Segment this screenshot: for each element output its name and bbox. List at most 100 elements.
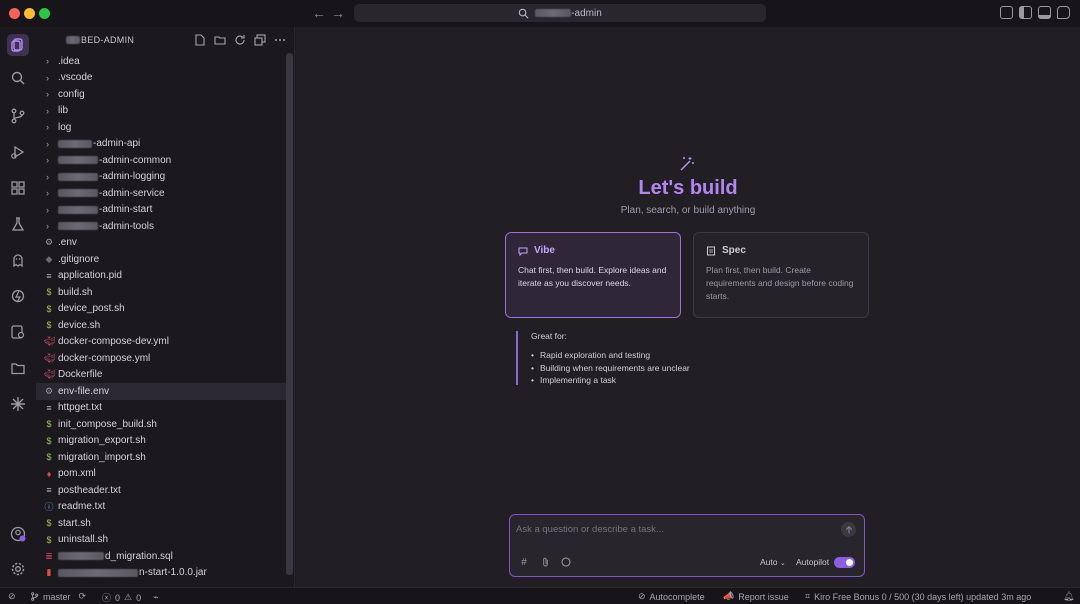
tree-item-label: .env [58,237,77,249]
close-window-button[interactable] [9,8,20,19]
explorer-icon[interactable] [7,34,29,56]
settings-gear-icon[interactable] [7,558,29,580]
maven-file-icon: ♦ [46,468,52,479]
great-for-item: Building when requirements are unclear [531,362,766,375]
tree-file-item[interactable]: ♦ pom.xml [36,466,286,483]
vibe-mode-card[interactable]: Vibe Chat first, then build. Explore ide… [505,232,681,318]
source-control-icon[interactable] [7,105,29,127]
database-settings-icon[interactable] [7,321,29,343]
file-tree: › .idea › .vscode › config › lib › log › -admin-api… [36,53,286,581]
tree-file-item[interactable]: ≣ d_migration.sql [36,548,286,565]
tree-file-item[interactable]: 🐳︎ docker-compose.yml [36,350,286,367]
tree-item-label: httpget.txt [58,402,102,414]
tree-file-item[interactable]: $ start.sh [36,515,286,532]
redacted-text [58,205,98,214]
tree-file-item[interactable]: $ uninstall.sh [36,532,286,549]
model-select[interactable]: Auto ⌄ [760,557,786,567]
tree-folder-item[interactable]: › .vscode [36,70,286,87]
problems-status[interactable]: ⓧ 0 ⚠ 0 ⌁ [102,591,159,604]
back-arrow-icon[interactable]: ← [311,5,327,21]
sparkle-icon[interactable] [7,393,29,415]
tree-file-item[interactable]: 🐳︎ docker-compose-dev.yml [36,334,286,351]
autopilot-toggle[interactable] [834,557,855,568]
tree-file-item[interactable]: ≡ application.pid [36,268,286,285]
new-file-icon[interactable] [193,33,206,46]
tree-folder-item[interactable]: › lib [36,103,286,120]
chat-input[interactable] [516,521,836,537]
sync-icon[interactable]: ⟳ [79,591,87,602]
notifications-bell-icon[interactable]: 🔔︎ [1063,591,1074,602]
tree-file-item[interactable]: ⚙ .env [36,235,286,252]
minimize-window-button[interactable] [24,8,35,19]
tree-file-item[interactable]: ⚙ env-file.env [36,383,286,400]
shell-file-icon: $ [46,518,52,529]
tree-file-item[interactable]: ≡ postheader.txt [36,482,286,499]
collapse-all-icon[interactable] [253,33,266,46]
tree-folder-item[interactable]: › -admin-tools [36,218,286,235]
command-center-search[interactable]: -admin [354,4,766,22]
tree-item-label: env-file.env [58,385,110,397]
tree-file-item[interactable]: $ migration_export.sh [36,433,286,450]
tree-file-item[interactable]: ◆ .gitignore [36,251,286,268]
tree-file-item[interactable]: $ device_post.sh [36,301,286,318]
tree-file-item[interactable]: $ build.sh [36,284,286,301]
tree-folder-item[interactable]: › -admin-service [36,185,286,202]
remote-icon[interactable] [7,285,29,307]
remote-status-icon[interactable]: ⊘ [8,591,16,602]
run-debug-icon[interactable] [7,141,29,163]
customize-layout-icon[interactable] [1000,6,1013,19]
zoom-window-button[interactable] [39,8,50,19]
account-icon[interactable] [7,523,29,545]
tree-folder-item[interactable]: › -admin-common [36,152,286,169]
folder-icon[interactable] [7,357,29,379]
chat-icon[interactable] [1057,6,1070,19]
tree-folder-item[interactable]: › -admin-logging [36,169,286,186]
autocomplete-label: Autocomplete [649,591,705,602]
tree-file-item[interactable]: 🐳︎ Dockerfile [36,367,286,384]
explorer-scrollbar[interactable] [286,53,293,575]
toggle-sidebar-icon[interactable] [1019,6,1032,19]
forward-arrow-icon[interactable]: → [330,5,346,21]
tree-folder-item[interactable]: › -admin-api [36,136,286,153]
search-icon [518,8,529,18]
ports-icon[interactable]: ⌁ [153,592,158,603]
circle-icon[interactable] [561,556,571,568]
send-button[interactable] [841,522,856,537]
tree-file-item[interactable]: $ device.sh [36,317,286,334]
extensions-icon[interactable] [7,177,29,199]
chat-input-box: # Auto ⌄ Autopilot [509,514,865,577]
report-issue-status[interactable]: 📣 Report issue [723,591,789,602]
new-folder-icon[interactable] [213,33,226,46]
spec-mode-card[interactable]: Spec Plan first, then build. Create requ… [693,232,869,318]
toggle-panel-icon[interactable] [1038,6,1051,19]
tree-file-item[interactable]: $ migration_import.sh [36,449,286,466]
tree-item-label: readme.txt [58,501,106,513]
page-title: Let's build [638,177,738,199]
kiro-ghost-icon[interactable] [7,249,29,271]
tree-file-item[interactable]: ≡ httpget.txt [36,400,286,417]
tree-item-label: .gitignore [58,253,100,265]
tree-folder-item[interactable]: › config [36,86,286,103]
tree-file-item[interactable]: ⓘ readme.txt [36,499,286,516]
branch-status[interactable]: master ⟳ [30,591,86,602]
autocomplete-status[interactable]: ⊘ Autocomplete [638,591,705,602]
jar-file-icon: ▮ [46,567,52,578]
tree-file-item[interactable]: $ init_compose_build.sh [36,416,286,433]
tree-item-label: -admin-common [99,154,172,166]
search-icon[interactable] [7,67,29,89]
chevron-right-icon: › [46,155,49,166]
refresh-icon[interactable] [233,33,246,46]
tree-folder-item[interactable]: › -admin-start [36,202,286,219]
tree-folder-item[interactable]: › .idea [36,53,286,70]
settings-file-icon: ⚙ [44,385,54,396]
tree-file-item[interactable]: ▮ n-start-1.0.0.jar [36,565,286,582]
hash-context-icon[interactable]: # [519,556,529,568]
tree-item-label: uninstall.sh [58,534,109,546]
chevron-right-icon: › [46,122,49,133]
attach-paperclip-icon[interactable] [540,556,550,568]
bonus-status[interactable]: ⌗ Kiro Free Bonus 0 / 500 (30 days left)… [805,591,1031,602]
more-actions-icon[interactable] [273,33,286,46]
tree-folder-item[interactable]: › log [36,119,286,136]
chevron-right-icon: › [46,105,49,116]
testing-flask-icon[interactable] [7,213,29,235]
